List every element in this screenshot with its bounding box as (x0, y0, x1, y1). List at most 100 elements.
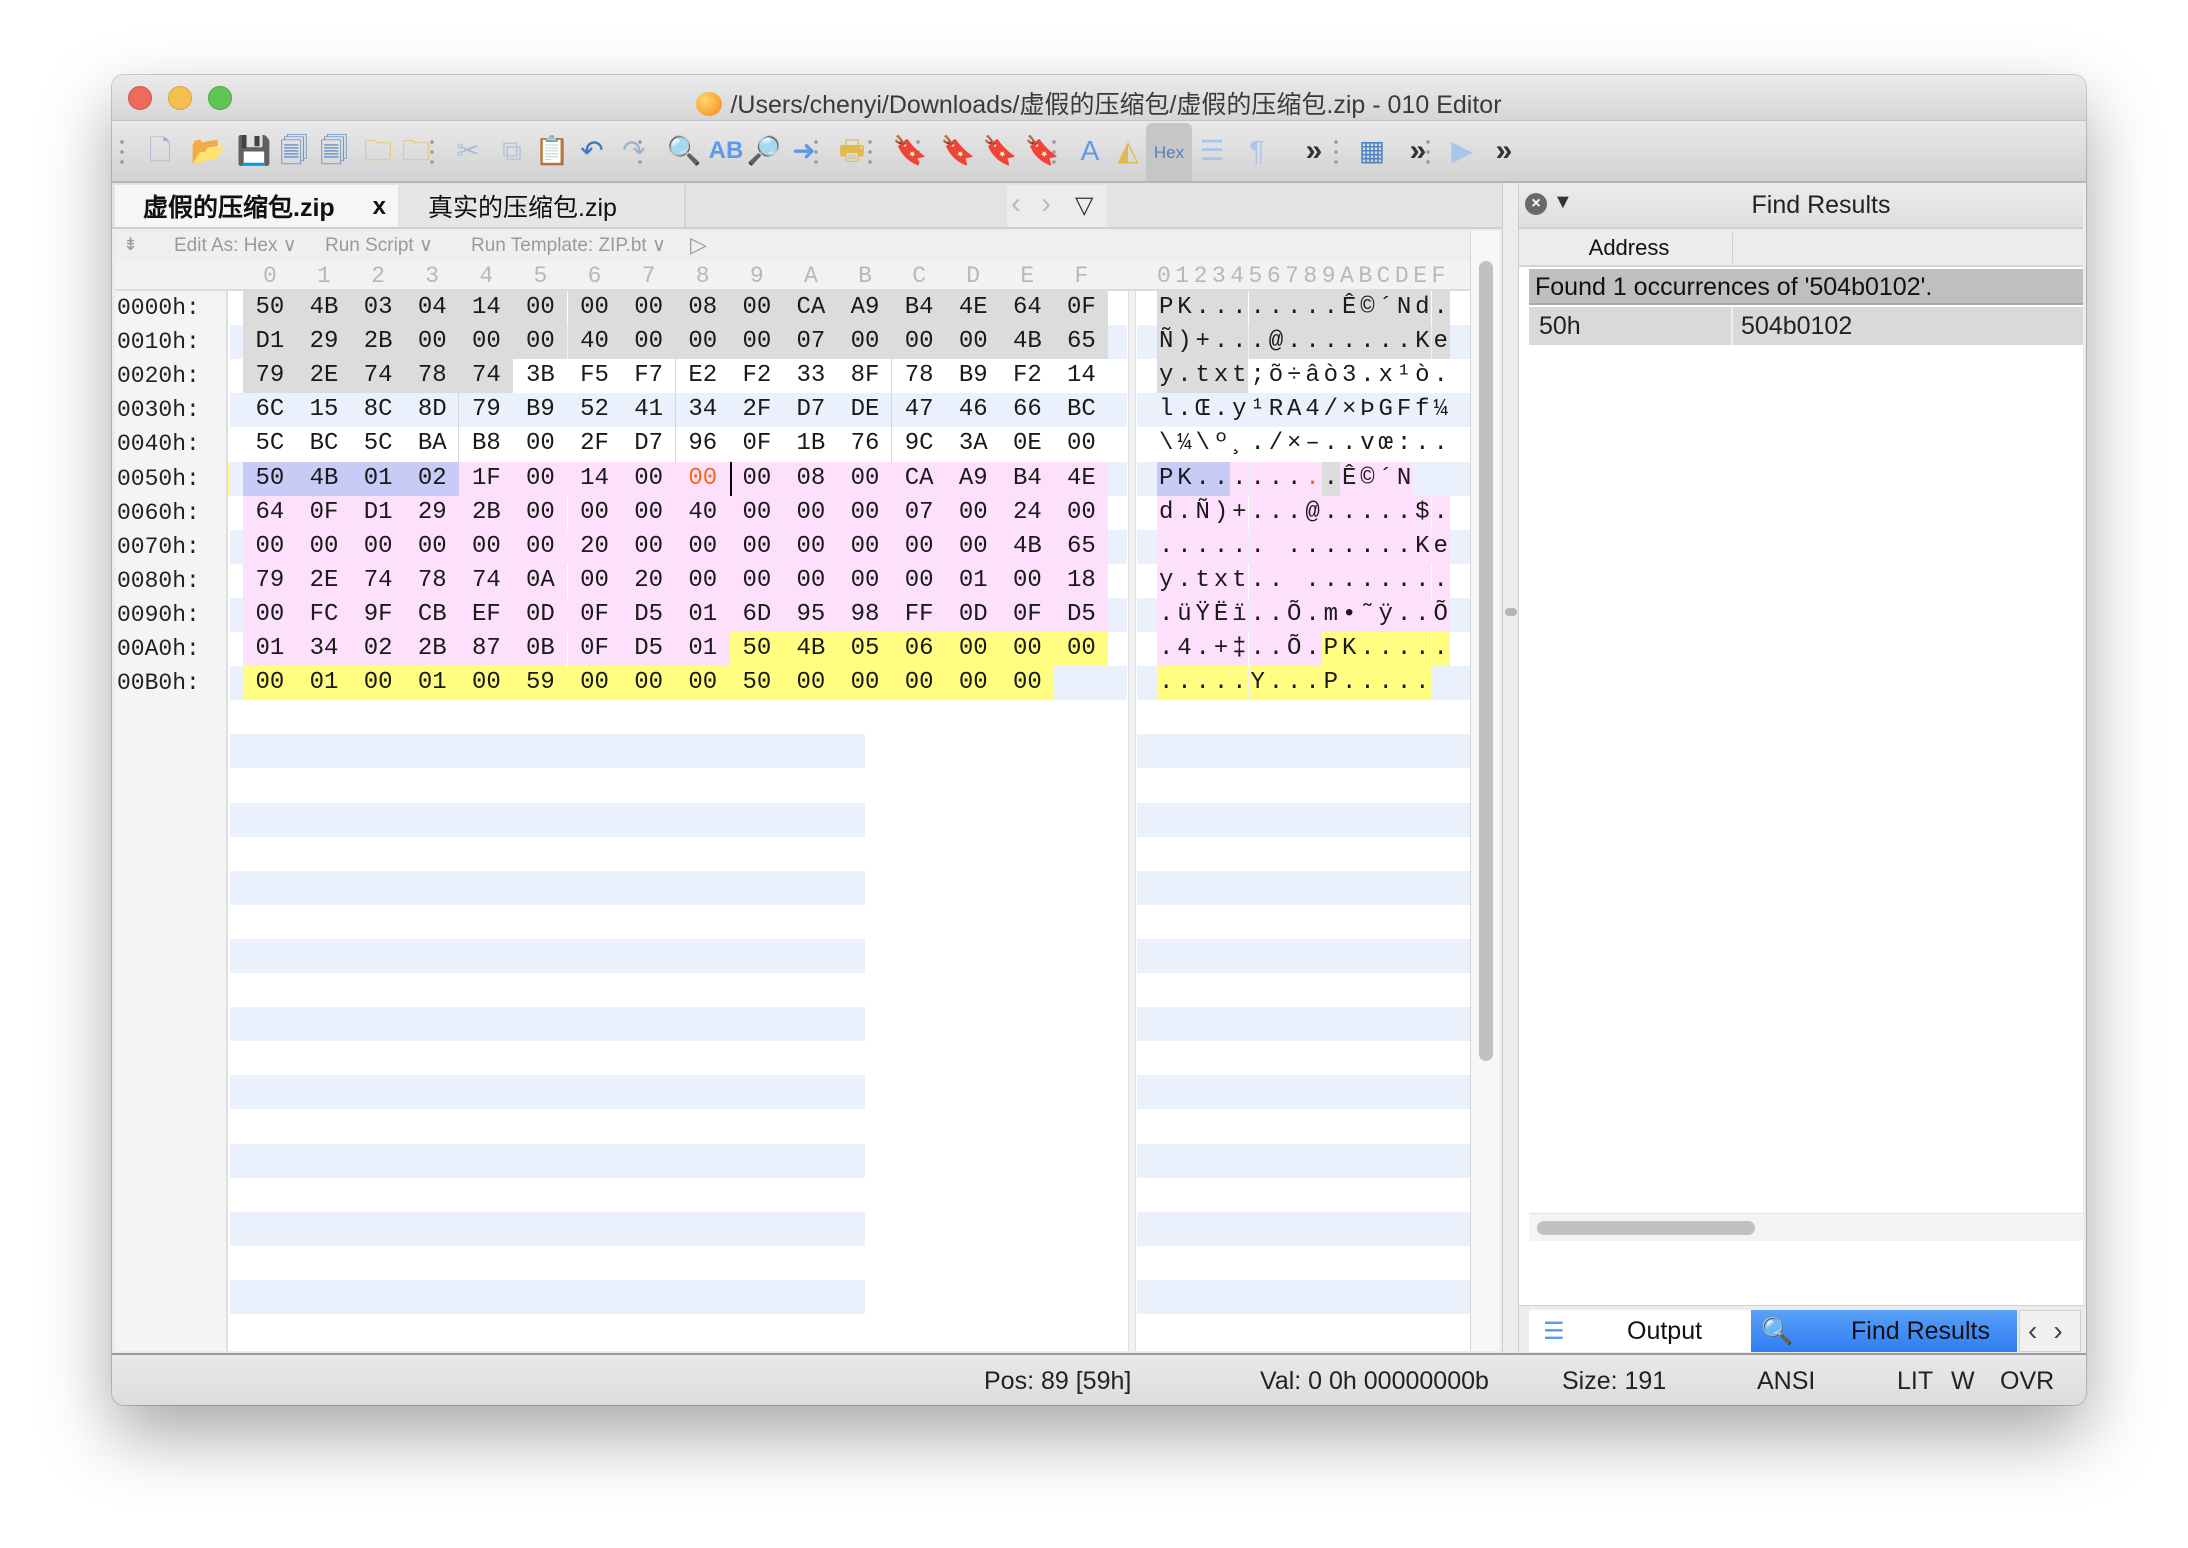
ascii-char[interactable]: . (1248, 495, 1267, 530)
hex-byte[interactable]: 64 (242, 495, 297, 530)
hex-byte[interactable]: 00 (838, 529, 893, 564)
ascii-char[interactable]: . (1376, 632, 1395, 666)
address-column-header[interactable]: Address (1529, 235, 1729, 261)
ascii-char[interactable]: . (1248, 597, 1267, 632)
hex-byte[interactable]: 00 (351, 529, 406, 564)
ascii-char[interactable]: . (1212, 393, 1230, 427)
save-icon[interactable]: 💾 (234, 131, 274, 171)
ascii-char[interactable]: . (1394, 632, 1414, 666)
status-mode-w[interactable]: W (1951, 1367, 1975, 1396)
hex-byte[interactable]: 00 (1054, 495, 1109, 530)
ascii-char[interactable]: t (1230, 359, 1249, 394)
hex-byte[interactable]: 00 (242, 597, 297, 632)
ascii-char[interactable]: Ê (1340, 291, 1359, 325)
ascii-char[interactable]: . (1376, 325, 1395, 360)
bookmark-icon[interactable]: 🔖 (890, 131, 930, 171)
hex-byte[interactable]: 05 (838, 632, 893, 666)
hex-byte[interactable]: 00 (838, 495, 893, 530)
ascii-char[interactable]: . (1285, 495, 1304, 530)
overflow-chevron-icon[interactable]: » (1484, 131, 1524, 171)
hex-byte[interactable]: 40 (567, 325, 622, 360)
hex-byte[interactable]: 0D (946, 597, 1001, 632)
ascii-char[interactable]: ´ (1376, 461, 1395, 496)
hex-byte[interactable]: 00 (513, 325, 568, 360)
hex-byte[interactable]: 00 (675, 666, 730, 701)
ascii-char[interactable]: . (1394, 597, 1414, 632)
ascii-char[interactable]: ¼ (1175, 427, 1193, 461)
hex-byte[interactable]: 29 (405, 495, 460, 530)
ascii-char[interactable]: . (1211, 666, 1231, 701)
print-icon[interactable]: 🖶 (832, 131, 872, 171)
ascii-char[interactable]: ¸ (1230, 427, 1248, 461)
hex-byte[interactable]: 20 (621, 563, 676, 598)
hex-byte[interactable]: 00 (567, 495, 622, 530)
ascii-char[interactable]: . (1321, 529, 1340, 564)
hex-byte[interactable]: 00 (513, 427, 567, 461)
ascii-char[interactable]: Ÿ (1193, 597, 1212, 632)
tab-output[interactable]: ☰ Output (1529, 1310, 1751, 1352)
ascii-char[interactable]: . (1303, 632, 1322, 666)
hex-byte[interactable]: 01 (675, 632, 730, 666)
hex-byte[interactable]: 2B (351, 325, 406, 360)
ascii-char[interactable]: ˜ (1358, 597, 1377, 632)
hex-byte[interactable]: D1 (351, 495, 406, 530)
ascii-char[interactable]: . (1157, 529, 1176, 564)
hex-byte[interactable]: 46 (946, 393, 1000, 427)
ascii-char[interactable]: t (1230, 563, 1249, 598)
ascii-char[interactable]: ò (1322, 359, 1340, 393)
ascii-char[interactable]: . (1211, 529, 1231, 564)
ascii-char[interactable]: P (1157, 461, 1176, 496)
ascii-char[interactable]: ) (1175, 325, 1194, 360)
ascii-char[interactable]: + (1211, 632, 1231, 666)
ascii-char[interactable]: . (1230, 529, 1249, 564)
ascii-char[interactable]: v (1358, 427, 1376, 461)
ascii-char[interactable]: . (1266, 495, 1286, 530)
bottom-tab-prev-icon[interactable]: ‹ (2028, 1315, 2037, 1347)
ascii-char[interactable]: y (1230, 393, 1248, 427)
hex-byte[interactable]: 66 (1000, 393, 1054, 427)
horizontal-scrollbar[interactable] (1529, 1213, 2083, 1241)
ascii-char[interactable]: â (1303, 359, 1321, 393)
vertical-scroll-thumb[interactable] (1479, 261, 1493, 1061)
ascii-char[interactable]: . (1175, 393, 1193, 427)
hex-byte[interactable]: 14 (567, 461, 622, 496)
ascii-char[interactable]: / (1322, 393, 1340, 427)
hex-byte[interactable]: DE (838, 393, 892, 427)
vertical-scrollbar[interactable] (1470, 231, 1500, 1351)
ascii-char[interactable]: y (1157, 563, 1176, 598)
hex-byte[interactable]: 00 (459, 325, 514, 360)
hex-byte[interactable]: 00 (783, 666, 838, 701)
hex-byte[interactable]: 00 (297, 529, 352, 564)
ascii-char[interactable]: . (1413, 666, 1432, 701)
ascii-char[interactable]: + (1193, 325, 1212, 360)
hex-byte[interactable]: B9 (946, 359, 1000, 393)
hex-byte[interactable]: 0F (730, 427, 784, 461)
hex-body[interactable]: 50 4B 03 04 14 00 00 00 08 00 CA A9 B4 4E 64 0F P K......… (115, 231, 1470, 1351)
bottom-tab-next-icon[interactable]: › (2053, 1315, 2062, 1347)
ascii-char[interactable] (1266, 529, 1286, 564)
hex-byte[interactable]: 00 (459, 666, 514, 701)
ascii-char[interactable]: . (1431, 291, 1450, 325)
hex-byte[interactable]: 1F (459, 461, 514, 496)
ascii-char[interactable]: . (1230, 291, 1249, 325)
hex-byte[interactable]: 00 (675, 529, 730, 564)
hex-byte[interactable]: 00 (1000, 563, 1055, 598)
hex-byte[interactable]: 00 (459, 529, 514, 564)
hex-byte[interactable]: 52 (568, 393, 622, 427)
ascii-char[interactable]: e (1431, 529, 1450, 564)
hex-byte[interactable]: 00 (892, 563, 947, 598)
hex-byte[interactable]: 00 (892, 529, 947, 564)
ascii-char[interactable]: A (1285, 393, 1303, 427)
workspace-multiple-icon[interactable]: 🗀 (396, 131, 436, 171)
ascii-char[interactable]: 3 (1340, 359, 1358, 393)
hex-byte[interactable]: 65 (1054, 325, 1109, 360)
paste-icon[interactable]: 📋 (532, 131, 572, 171)
hex-byte[interactable]: 2E (297, 359, 352, 394)
hex-byte[interactable]: 78 (405, 359, 460, 394)
ascii-char[interactable]: . (1413, 427, 1431, 461)
hex-byte[interactable]: 00 (838, 461, 893, 496)
hex-byte[interactable]: 08 (675, 291, 730, 325)
ascii-char[interactable]: . (1248, 325, 1267, 360)
ascii-char[interactable]: / (1267, 427, 1285, 461)
hex-byte[interactable]: 87 (459, 632, 514, 666)
